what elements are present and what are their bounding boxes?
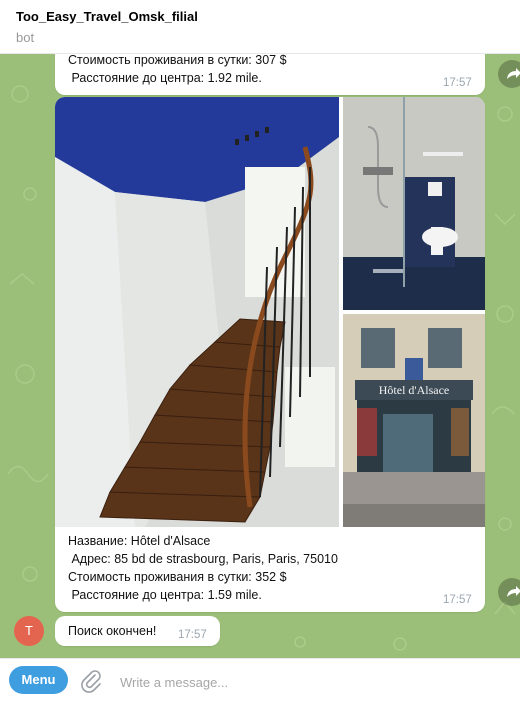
message-time: 17:57	[178, 629, 207, 641]
forward-button[interactable]	[498, 60, 520, 88]
message-bubble[interactable]: Стоимость проживания в сутки: 307 $ Расс…	[55, 54, 485, 95]
menu-button[interactable]: Menu	[9, 666, 68, 694]
forward-icon	[507, 586, 520, 597]
chat-subtitle: bot	[16, 30, 35, 45]
message-time: 17:57	[443, 77, 472, 89]
hotel-distance-line: Расстояние до центра: 1.59 mile.	[68, 588, 262, 602]
bathroom-photo[interactable]	[343, 97, 485, 310]
forward-button[interactable]	[498, 578, 520, 606]
album-message-bubble[interactable]: Hôtel d'Alsace Название: Hôtel d'Alsace …	[55, 97, 485, 612]
message-bubble[interactable]: Поиск окончен! 17:57	[55, 616, 220, 646]
message-composer: Menu	[0, 658, 520, 702]
hotel-facade-photo[interactable]: Hôtel d'Alsace	[343, 314, 485, 527]
message-time: 17:57	[443, 594, 472, 606]
hotel-sign-text: Hôtel d'Alsace	[378, 383, 450, 397]
paperclip-icon[interactable]	[80, 669, 102, 693]
bathroom-image	[343, 97, 485, 310]
hotel-address-line: Адрес: 85 bd de strasbourg, Paris, Paris…	[68, 552, 338, 566]
message-line: Стоимость проживания в сутки: 307 $	[68, 54, 287, 67]
staircase-image	[55, 97, 339, 527]
hotel-name-line: Название: Hôtel d'Alsace	[68, 534, 211, 548]
message-text: Поиск окончен!	[68, 624, 157, 638]
bot-avatar[interactable]: T	[14, 616, 44, 646]
hotel-price-line: Стоимость проживания в сутки: 352 $	[68, 570, 287, 584]
hotel-facade-image	[343, 314, 485, 527]
message-input[interactable]	[118, 667, 482, 697]
message-list[interactable]: Стоимость проживания в сутки: 307 $ Расс…	[0, 54, 520, 658]
forward-icon	[507, 68, 520, 79]
staircase-photo[interactable]	[55, 97, 339, 527]
chat-title[interactable]: Too_Easy_Travel_Omsk_filial	[16, 9, 198, 24]
message-line: Расстояние до центра: 1.92 mile.	[68, 71, 262, 85]
chat-header: Too_Easy_Travel_Omsk_filial bot	[0, 0, 520, 54]
